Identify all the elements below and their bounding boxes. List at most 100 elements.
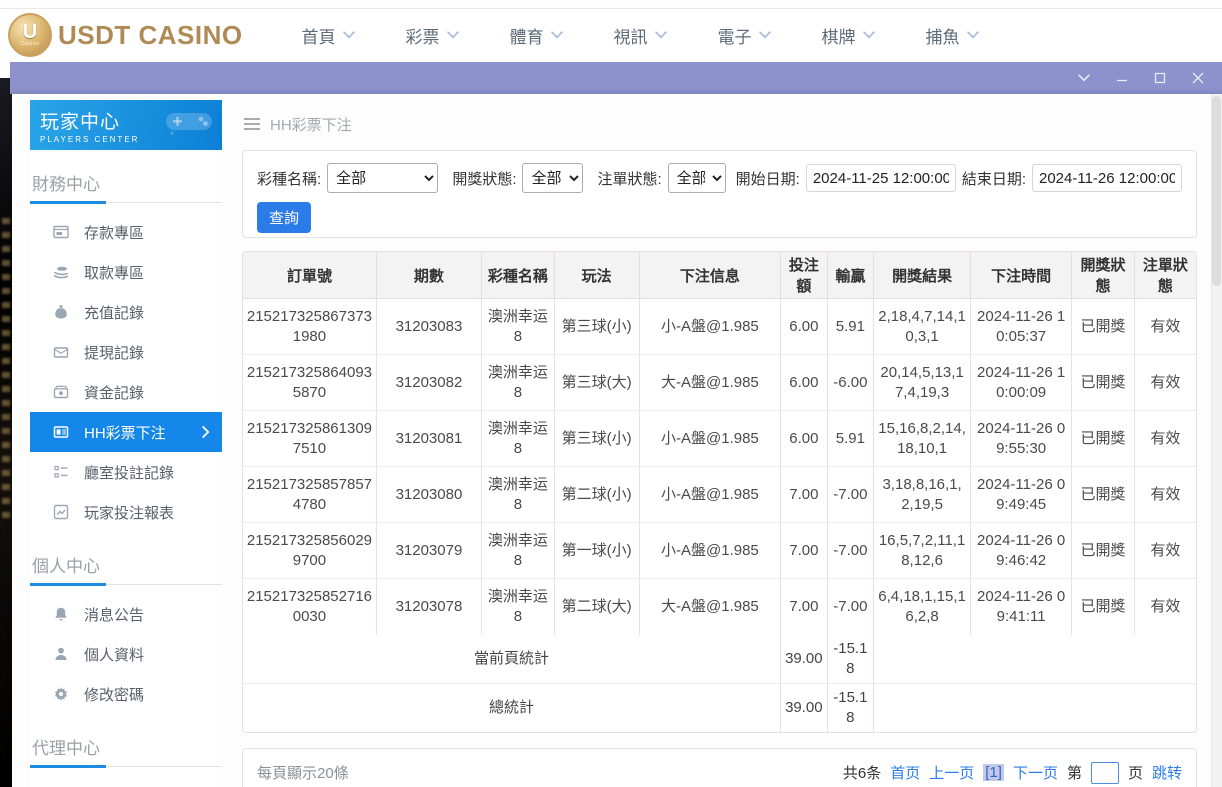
nav-label: 體育 (510, 23, 544, 48)
table-cell-bet-info: 小-A盤@1.985 (639, 411, 780, 467)
lottery-name-label: 彩種名稱: (257, 168, 321, 189)
chevron-down-icon (967, 31, 979, 39)
page-jump-input[interactable] (1091, 762, 1119, 784)
table-cell-period: 31203082 (376, 355, 481, 411)
section-divider (30, 201, 222, 204)
chevron-down-icon[interactable] (1078, 74, 1090, 82)
gamepad-icon (164, 106, 216, 141)
window-scrollbar (1211, 94, 1222, 787)
column-header-play: 玩法 (554, 252, 639, 299)
table-cell-draw-status: 已開獎 (1072, 355, 1135, 411)
minimize-icon[interactable] (1116, 72, 1128, 84)
first-page-link[interactable]: 首页 (890, 762, 920, 783)
site-header: U Casino USDT CASINO 首頁 彩票 體育 視訊 電子 棋牌 捕… (0, 0, 1222, 62)
total-summary-row: 總統計 39.00 -15.18 (243, 683, 1196, 732)
table-cell-bet-time: 2024-11-26 10:05:37 (971, 299, 1072, 355)
table-cell-play: 第二球(小) (554, 467, 639, 523)
table-cell-draw-status: 已開獎 (1072, 579, 1135, 635)
coin-caption: Casino (21, 41, 40, 47)
withdrawal-record-icon (52, 344, 69, 360)
table-row: 215217325856029970031203079澳洲幸运8第一球(小)小-… (243, 523, 1196, 579)
sidebar-item-funds-record[interactable]: 資金記錄 (30, 372, 222, 412)
sidebar-item-profile[interactable]: 個人資料 (30, 634, 222, 674)
table-cell-draw-status: 已開獎 (1072, 411, 1135, 467)
prev-page-link[interactable]: 上一页 (929, 762, 974, 783)
start-date-label: 開始日期: (736, 168, 800, 189)
page-title: HH彩票下注 (270, 114, 352, 135)
table-cell-win-loss: 5.91 (827, 411, 873, 467)
page-background-strip (0, 78, 12, 787)
sidebar-item-withdraw[interactable]: 取款專區 (30, 252, 222, 292)
pagination: 共6条 首页 上一页 [1] 下一页 第 页 跳转 (843, 762, 1182, 784)
sidebar-item-withdrawal-record[interactable]: 提現記錄 (30, 332, 222, 372)
sidebar-item-label: 提現記錄 (84, 342, 144, 363)
table-cell-draw-result: 2,18,4,7,14,10,3,1 (874, 299, 971, 355)
next-page-link[interactable]: 下一页 (1013, 762, 1058, 783)
table-cell-lottery: 澳洲幸运8 (481, 523, 554, 579)
nav-item-fishing[interactable]: 捕魚 (900, 23, 1004, 48)
site-logo[interactable]: U Casino USDT CASINO (8, 13, 258, 57)
lottery-name-select[interactable]: 全部 (327, 163, 438, 193)
column-header-lottery: 彩種名稱 (481, 252, 554, 299)
sidebar-item-label: 存款專區 (84, 222, 144, 243)
jump-link[interactable]: 跳转 (1152, 762, 1182, 783)
funds-record-icon (52, 384, 69, 400)
close-icon[interactable] (1192, 72, 1204, 84)
table-cell-draw-result: 20,14,5,13,17,4,19,3 (874, 355, 971, 411)
window-controls (1078, 72, 1222, 84)
summary-label: 總統計 (243, 683, 781, 732)
table-cell-bet-time: 2024-11-26 09:55:30 (971, 411, 1072, 467)
nav-item-home[interactable]: 首頁 (276, 23, 380, 48)
main-content: HH彩票下注 彩種名稱: 全部 開獎狀態: 全部 注單狀態: 全部 開始日期: … (242, 94, 1197, 787)
nav-item-sports[interactable]: 體育 (484, 23, 588, 48)
sidebar-item-announcements[interactable]: 消息公告 (30, 594, 222, 634)
scrollbar-thumb[interactable] (1212, 96, 1221, 286)
summary-bet-amount: 39.00 (781, 683, 827, 732)
table-cell-bet-status: 有效 (1134, 411, 1196, 467)
table-cell-bet-amount: 6.00 (781, 299, 827, 355)
sidebar-item-label: 充值記錄 (84, 302, 144, 323)
sidebar: 玩家中心 PLAYERS CENTER 財務中心 存款專區 取款專區 充值記錄 … (30, 100, 222, 787)
bell-icon (52, 606, 69, 622)
sidebar-item-change-password[interactable]: 修改密碼 (30, 674, 222, 714)
end-date-input[interactable] (1032, 164, 1182, 192)
person-icon (52, 646, 69, 662)
summary-empty (874, 683, 1196, 732)
nav-item-slots[interactable]: 電子 (692, 23, 796, 48)
column-header-bet-time: 下注時間 (971, 252, 1072, 299)
maximize-icon[interactable] (1154, 72, 1166, 84)
bet-status-select[interactable]: 全部 (668, 163, 726, 193)
sidebar-item-hh-lottery-bets[interactable]: HH彩票下注 (30, 412, 222, 452)
column-header-bet-info: 下注信息 (639, 252, 780, 299)
query-button[interactable]: 查詢 (257, 202, 311, 233)
start-date-input[interactable] (806, 164, 956, 192)
sidebar-item-recharge-record[interactable]: 充值記錄 (30, 292, 222, 332)
sidebar-item-room-bet-record[interactable]: 廳室投註記錄 (30, 452, 222, 492)
hamburger-icon[interactable] (244, 118, 260, 130)
table-cell-play: 第三球(大) (554, 355, 639, 411)
table-cell-order-id: 2152173258673731980 (243, 299, 376, 355)
recharge-record-icon (52, 304, 69, 320)
table-cell-draw-status: 已開獎 (1072, 467, 1135, 523)
bet-status-label: 注單狀態: (597, 168, 661, 189)
sidebar-item-label: 消息公告 (84, 604, 144, 625)
sidebar-header: 玩家中心 PLAYERS CENTER (30, 100, 222, 150)
table-cell-win-loss: -7.00 (827, 523, 873, 579)
sidebar-item-deposit[interactable]: 存款專區 (30, 212, 222, 252)
nav-item-video[interactable]: 視訊 (588, 23, 692, 48)
table-cell-bet-time: 2024-11-26 09:46:42 (971, 523, 1072, 579)
sidebar-item-player-report[interactable]: 玩家投注報表 (30, 492, 222, 532)
section-title-agent: 代理中心 (32, 734, 222, 759)
sidebar-item-label: 取款專區 (84, 262, 144, 283)
chevron-down-icon (655, 31, 667, 39)
nav-item-lottery[interactable]: 彩票 (380, 23, 484, 48)
table-cell-draw-result: 16,5,7,2,11,18,12,6 (874, 523, 971, 579)
column-header-period: 期數 (376, 252, 481, 299)
column-header-draw-result: 開獎結果 (874, 252, 971, 299)
sidebar-item-agent-rules[interactable]: 代理規則說明 (30, 776, 222, 787)
table-cell-order-id: 2152173258527160030 (243, 579, 376, 635)
deposit-icon (52, 224, 69, 240)
table-cell-lottery: 澳洲幸运8 (481, 299, 554, 355)
draw-status-select[interactable]: 全部 (522, 163, 583, 193)
nav-item-cards[interactable]: 棋牌 (796, 23, 900, 48)
